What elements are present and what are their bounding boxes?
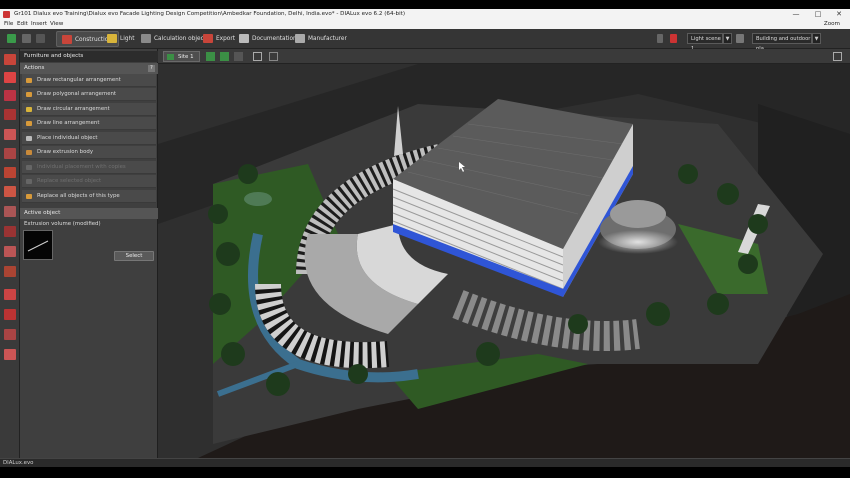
view-options-icon[interactable] bbox=[234, 52, 243, 61]
chevron-down-icon: ▼ bbox=[723, 33, 732, 44]
individual-object-icon bbox=[26, 136, 32, 141]
polygonal-arrangement-icon bbox=[26, 92, 32, 97]
menu-bar: File Edit Insert View Zoom bbox=[0, 20, 850, 29]
action-draw-circular-arrangement[interactable]: Draw circular arrangement bbox=[22, 103, 156, 116]
undo-icon[interactable] bbox=[22, 34, 31, 43]
tab-site-1[interactable]: Site 1 bbox=[163, 51, 200, 62]
room-tool-icon[interactable] bbox=[4, 109, 16, 120]
minimize-button[interactable]: — bbox=[790, 10, 802, 19]
roof-tool-icon[interactable] bbox=[4, 186, 16, 197]
dialux-app-icon bbox=[3, 11, 10, 18]
window-title-bar: Gr101 Dialux evo Training\Dialux evo Fac… bbox=[0, 9, 850, 20]
viewport-toolbar: Site 1 bbox=[158, 49, 850, 64]
scene-render bbox=[158, 64, 850, 458]
menu-file[interactable]: File bbox=[4, 21, 13, 27]
main-toolbar: Construction Light Calculation objects E… bbox=[0, 29, 850, 52]
maximize-button[interactable]: □ bbox=[812, 10, 824, 19]
floor-tool-icon[interactable] bbox=[4, 90, 16, 101]
export-icon bbox=[203, 34, 213, 43]
panel-title: Furniture and objects bbox=[20, 51, 158, 62]
light-scene-dropdown[interactable]: Light scene 1 ▼ bbox=[687, 33, 732, 52]
window-tool-icon[interactable] bbox=[4, 148, 16, 159]
menu-edit[interactable]: Edit bbox=[17, 21, 28, 27]
zoom-label[interactable]: Zoom bbox=[824, 21, 840, 27]
rectangular-arrangement-icon bbox=[26, 78, 32, 83]
action-individual-placement-copies: Individual placement with copies bbox=[22, 161, 156, 174]
close-button[interactable]: ✕ bbox=[833, 10, 845, 19]
section-tool-icon[interactable] bbox=[4, 309, 16, 320]
action-draw-rectangular-arrangement[interactable]: Draw rectangular arrangement bbox=[22, 74, 156, 87]
active-object-header: Active object bbox=[20, 208, 158, 219]
window-title: Gr101 Dialux evo Training\Dialux evo Fac… bbox=[14, 11, 406, 17]
extrusion-preview-graphic bbox=[27, 240, 49, 252]
zoom-extents-icon[interactable] bbox=[253, 52, 262, 61]
replace-all-icon bbox=[26, 194, 32, 199]
site-icon bbox=[167, 54, 174, 60]
menu-view[interactable]: View bbox=[50, 21, 63, 27]
replace-selected-icon bbox=[26, 179, 32, 184]
construction-icon bbox=[62, 35, 72, 44]
luminaire-icon[interactable] bbox=[670, 34, 677, 43]
light-icon bbox=[107, 34, 117, 43]
material-tool-icon[interactable] bbox=[4, 246, 16, 257]
help-icon[interactable]: ? bbox=[148, 65, 155, 72]
action-draw-extrusion-body[interactable]: Draw extrusion body bbox=[22, 146, 156, 159]
bottom-letterbox bbox=[0, 467, 850, 478]
active-object-preview bbox=[23, 230, 53, 260]
view-3d-icon[interactable] bbox=[206, 52, 215, 61]
furniture-tool-icon[interactable] bbox=[4, 226, 16, 237]
status-text: DIALux.evo bbox=[3, 460, 34, 466]
active-object-name: Extrusion volume (modified) bbox=[24, 221, 101, 227]
redo-icon[interactable] bbox=[36, 34, 45, 43]
circular-arrangement-icon bbox=[26, 107, 32, 112]
actions-header: Actions ? bbox=[20, 63, 158, 74]
cut-tool-icon[interactable] bbox=[4, 329, 16, 340]
action-replace-selected-object: Replace selected object bbox=[22, 175, 156, 188]
placement-copies-icon bbox=[26, 165, 32, 170]
fit-view-icon[interactable] bbox=[269, 52, 278, 61]
tab-light[interactable]: Light bbox=[102, 31, 140, 47]
save-icon[interactable] bbox=[7, 34, 16, 43]
action-draw-line-arrangement[interactable]: Draw line arrangement bbox=[22, 117, 156, 130]
building-tool-icon[interactable] bbox=[4, 72, 16, 83]
texture-tool-icon[interactable] bbox=[4, 266, 16, 277]
site-tool-icon[interactable] bbox=[4, 54, 16, 65]
status-bar: DIALux.evo bbox=[0, 458, 850, 467]
action-replace-all-objects[interactable]: Replace all objects of this type bbox=[22, 190, 156, 203]
tab-manufacturer[interactable]: Manufacturer bbox=[290, 31, 353, 47]
ceiling-tool-icon[interactable] bbox=[4, 167, 16, 178]
line-arrangement-icon bbox=[26, 121, 32, 126]
extrusion-body-icon bbox=[26, 150, 32, 155]
chevron-down-icon: ▼ bbox=[812, 33, 821, 44]
door-tool-icon[interactable] bbox=[4, 129, 16, 140]
action-draw-polygonal-arrangement[interactable]: Draw polygonal arrangement bbox=[22, 88, 156, 101]
furniture-objects-panel: Furniture and objects Actions ? Draw rec… bbox=[20, 49, 158, 458]
left-tool-strip bbox=[0, 49, 20, 458]
select-button[interactable]: Select bbox=[114, 251, 154, 261]
3d-viewport[interactable] bbox=[158, 64, 850, 458]
view-plan-icon[interactable] bbox=[220, 52, 229, 61]
manufacturer-icon bbox=[295, 34, 305, 43]
action-place-individual-object[interactable]: Place individual object bbox=[22, 132, 156, 145]
calculation-objects-icon bbox=[141, 34, 151, 43]
stairs-tool-icon[interactable] bbox=[4, 206, 16, 217]
render-mode-icon[interactable] bbox=[736, 34, 744, 43]
menu-insert[interactable]: Insert bbox=[31, 21, 47, 27]
monitor-icon[interactable] bbox=[833, 52, 842, 61]
documentation-icon bbox=[239, 34, 249, 43]
measure-tool-icon[interactable] bbox=[4, 289, 16, 300]
align-tool-icon[interactable] bbox=[4, 349, 16, 360]
view-mode-dropdown[interactable]: Building and outdoor pla ▼ bbox=[752, 33, 821, 52]
light-control-icon[interactable] bbox=[657, 34, 663, 43]
